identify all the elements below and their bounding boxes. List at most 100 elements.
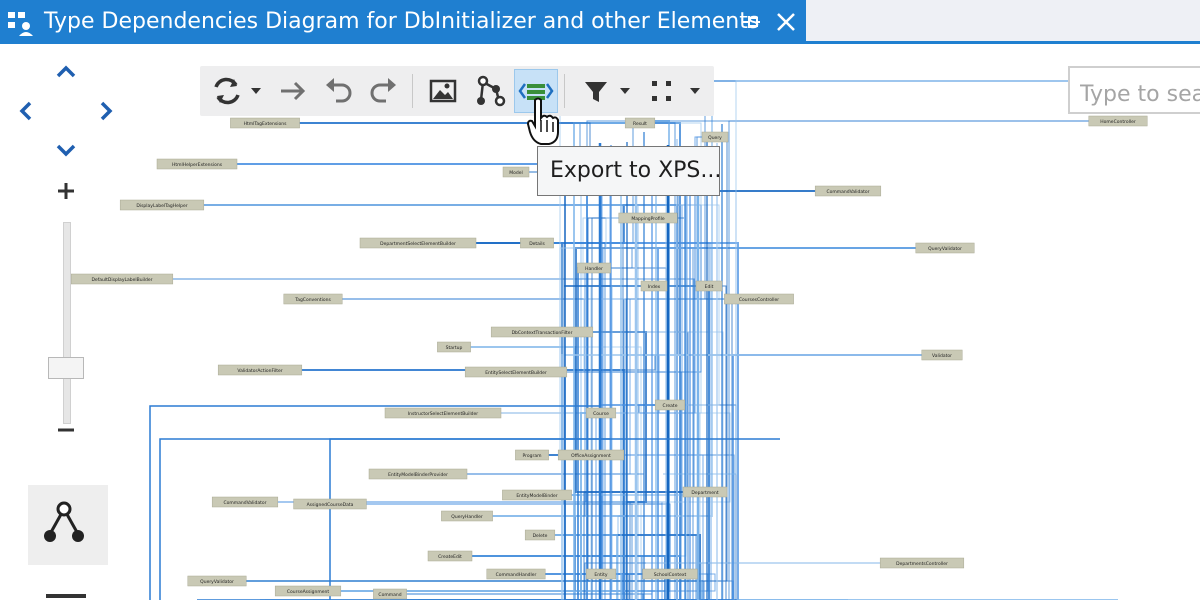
- type-node[interactable]: QueryValidator: [915, 242, 975, 254]
- type-node[interactable]: HtmlTagExtensions: [230, 117, 300, 129]
- type-node[interactable]: CommandHandler: [486, 568, 546, 580]
- type-node[interactable]: QueryValidator: [187, 575, 247, 587]
- type-node[interactable]: Index: [640, 280, 668, 292]
- type-node-label: QueryValidator: [928, 246, 962, 252]
- zoom-in-icon[interactable]: [54, 179, 78, 203]
- search-input[interactable]: [1068, 66, 1200, 114]
- type-node[interactable]: CreateEdit: [427, 550, 473, 562]
- diagram-canvas[interactable]: HtmlTagExtensions HtmlHelperExtensions Dis…: [0, 44, 1200, 600]
- dependency-edge: [162, 204, 639, 600]
- type-node[interactable]: DepartmentSelectElementBuilder: [359, 237, 477, 249]
- hand-cursor-icon: [526, 97, 559, 145]
- dependency-edge: [418, 204, 637, 244]
- close-icon[interactable]: [774, 10, 798, 34]
- type-node[interactable]: Edit: [695, 280, 723, 292]
- type-node[interactable]: Program: [515, 449, 549, 461]
- type-node[interactable]: EntityModelBinderProvider: [368, 468, 468, 480]
- export-graph-icon[interactable]: [472, 73, 508, 109]
- zoom-slider-track[interactable]: [63, 222, 71, 424]
- layout-button[interactable]: [28, 485, 108, 565]
- type-node-label: OfficeAssignment: [571, 453, 611, 459]
- type-node[interactable]: AssignedCourseData: [293, 498, 367, 510]
- type-node-label: TagConventions: [294, 297, 331, 303]
- type-node[interactable]: Startup: [437, 341, 471, 353]
- type-node[interactable]: HomeController: [1088, 115, 1148, 127]
- type-node[interactable]: MappingProfile: [618, 212, 678, 224]
- type-node-label: HtmlHelperExtensions: [172, 162, 223, 168]
- dependency-graph[interactable]: HtmlTagExtensions HtmlHelperExtensions Dis…: [0, 44, 1200, 600]
- type-node[interactable]: CommandValidator: [211, 496, 279, 508]
- type-node-label: DisplayLabelTagHelper: [136, 203, 187, 209]
- type-node-label: Details: [529, 241, 545, 247]
- type-node[interactable]: Course: [585, 407, 617, 419]
- type-node[interactable]: Model: [502, 166, 530, 178]
- type-node[interactable]: ValidatorActionFilter: [217, 364, 303, 376]
- tab-strip-background: [806, 0, 1200, 44]
- redo-icon[interactable]: [366, 73, 400, 109]
- type-node[interactable]: TagConventions: [283, 293, 343, 305]
- type-node[interactable]: DisplayLabelTagHelper: [119, 199, 205, 211]
- type-node[interactable]: DbContextTransactionFilter: [490, 326, 594, 338]
- type-node[interactable]: DepartmentsController: [879, 557, 965, 569]
- type-node-label: EntitySelectElementBuilder: [485, 370, 547, 376]
- panel-splitter[interactable]: [46, 594, 86, 598]
- type-node[interactable]: Result: [624, 117, 656, 129]
- type-node-label: InstructorSelectElementBuilder: [408, 411, 478, 417]
- type-node-label: Create: [663, 403, 678, 409]
- type-node[interactable]: QueryHandler: [441, 510, 493, 522]
- type-node-label: CoursesController: [739, 297, 779, 303]
- pan-left-icon[interactable]: [14, 99, 38, 123]
- layout-dropdown-button[interactable]: [648, 73, 708, 109]
- type-node-label: DepartmentsController: [896, 561, 948, 567]
- dependency-edge: [330, 503, 705, 600]
- pan-right-icon[interactable]: [94, 99, 118, 123]
- type-node[interactable]: CoursesController: [724, 293, 794, 305]
- type-node-label: Course: [593, 411, 609, 417]
- dependency-edge: [594, 247, 945, 269]
- type-node-label: CommandHandler: [496, 572, 537, 578]
- type-node[interactable]: Validator: [921, 349, 963, 361]
- pan-up-icon[interactable]: [54, 60, 78, 84]
- zoom-out-icon[interactable]: [54, 418, 78, 442]
- type-node[interactable]: Delete: [524, 529, 556, 541]
- type-node[interactable]: CommandValidator: [814, 185, 882, 197]
- type-node[interactable]: OfficeAssignment: [557, 449, 625, 461]
- type-node-label: SchoolContext: [654, 572, 687, 578]
- type-node-label: EntityModelBinder: [516, 493, 557, 499]
- type-node[interactable]: Department: [682, 486, 728, 498]
- navigate-forward-icon[interactable]: [276, 73, 310, 109]
- type-node[interactable]: Command: [373, 588, 407, 600]
- undo-icon[interactable]: [322, 73, 356, 109]
- export-image-icon[interactable]: [426, 73, 460, 109]
- type-node[interactable]: Query: [701, 131, 729, 143]
- type-node-label: Entity: [594, 572, 607, 578]
- type-node-label: EntityModelBinderProvider: [388, 472, 448, 478]
- type-node[interactable]: Handler: [577, 262, 611, 274]
- type-node[interactable]: Entity: [585, 568, 617, 580]
- filter-dropdown-button[interactable]: [580, 73, 636, 109]
- type-node[interactable]: CourseAssignment: [274, 585, 342, 597]
- type-node[interactable]: SchoolContext: [642, 568, 698, 580]
- type-node-label: Edit: [705, 284, 714, 290]
- type-node[interactable]: EntityModelBinder: [502, 489, 572, 501]
- refresh-dropdown-button[interactable]: [208, 73, 268, 109]
- dependency-edge: [260, 369, 566, 600]
- type-node[interactable]: InstructorSelectElementBuilder: [384, 407, 502, 419]
- pan-down-icon[interactable]: [54, 138, 78, 162]
- type-node[interactable]: DefaultDisplayLabelBuilder: [70, 273, 174, 285]
- window-title: Type Dependencies Diagram for DbInitiali…: [44, 9, 760, 34]
- type-node-label: DepartmentSelectElementBuilder: [380, 241, 456, 247]
- type-node[interactable]: Details: [520, 237, 554, 249]
- type-node[interactable]: HtmlHelperExtensions: [156, 158, 238, 170]
- type-node-label: QueryValidator: [200, 579, 234, 585]
- type-node-label: Query: [708, 135, 722, 141]
- type-node-label: Program: [523, 453, 542, 459]
- pin-icon[interactable]: [739, 10, 763, 34]
- type-node[interactable]: Create: [654, 399, 686, 411]
- type-node[interactable]: EntitySelectElementBuilder: [464, 366, 568, 378]
- tooltip: Export to XPS...: [537, 146, 721, 196]
- grid-layout-icon: [652, 81, 671, 101]
- type-node-label: MappingProfile: [631, 216, 665, 222]
- zoom-slider-thumb[interactable]: [48, 357, 84, 379]
- toolbar-separator: [412, 74, 413, 108]
